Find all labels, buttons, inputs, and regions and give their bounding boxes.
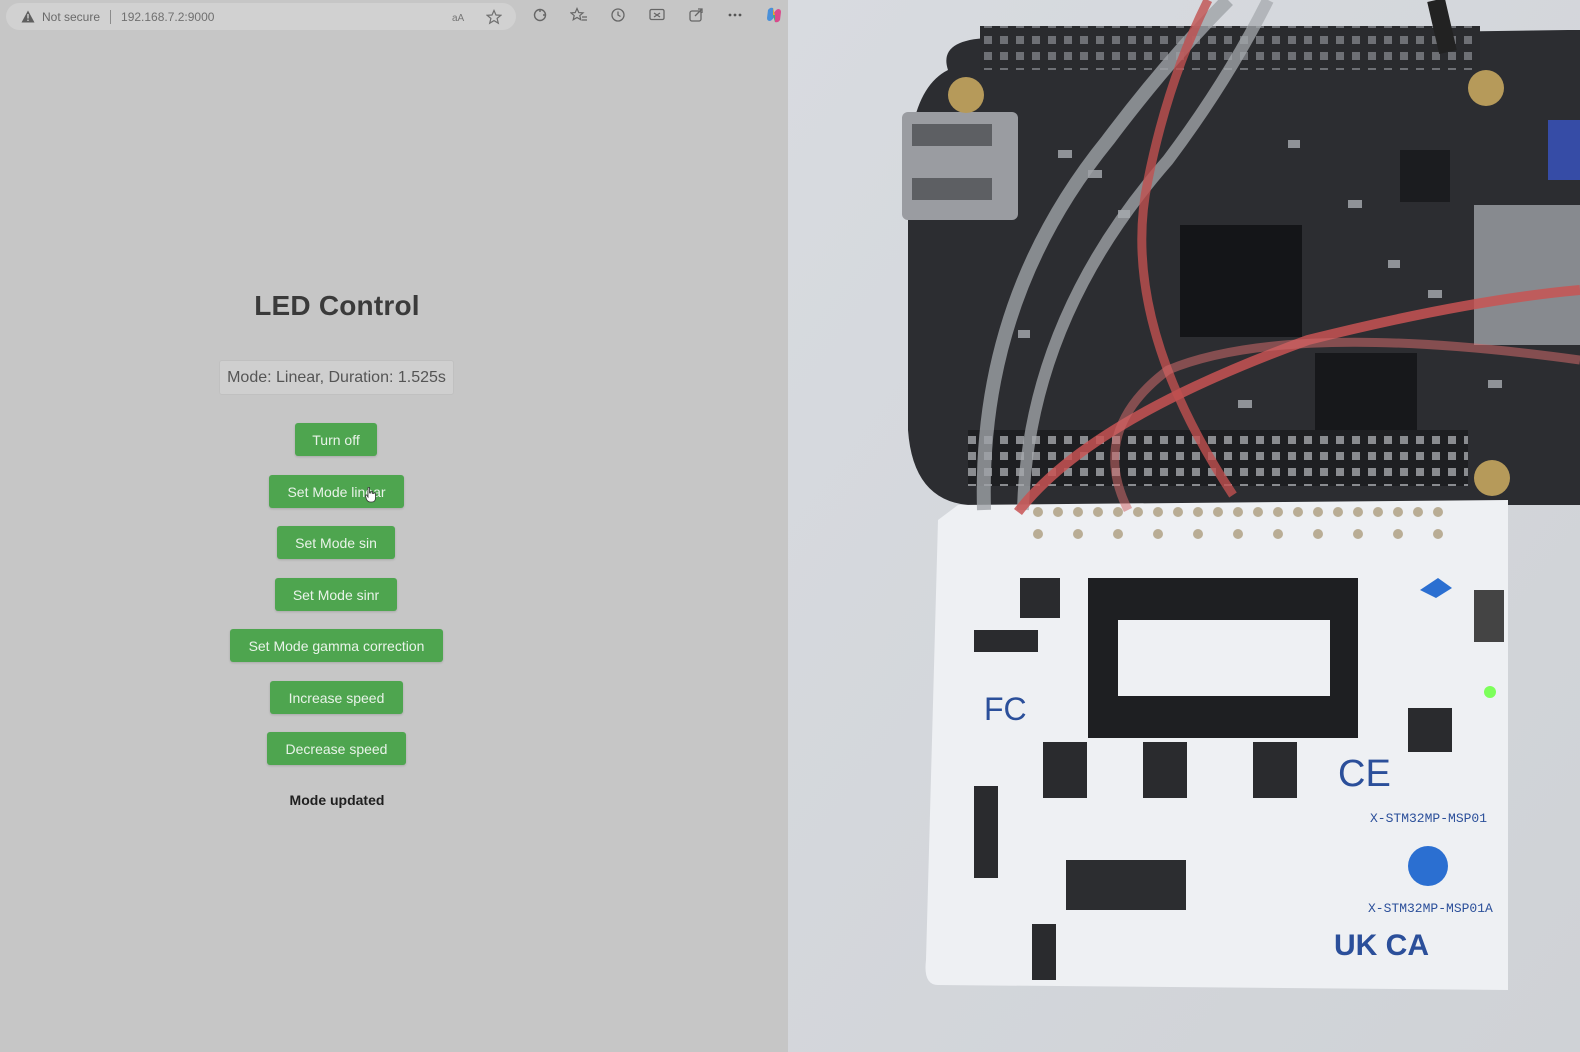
hand-logo-icon (1408, 846, 1448, 886)
increase-speed-button[interactable]: Increase speed (270, 681, 403, 714)
fc-mark: FC (984, 691, 1027, 727)
history-icon[interactable] (608, 5, 628, 25)
hardware-photo: X-STM32MP-MSP01 X-STM32MP-MSP01A UK CA C… (788, 0, 1580, 1052)
set-mode-linear-button[interactable]: Set Mode linear (269, 475, 404, 508)
ethernet-jack (1474, 205, 1580, 345)
set-mode-sin-button[interactable]: Set Mode sin (277, 526, 395, 559)
set-mode-gamma-correction-button[interactable]: Set Mode gamma correction (230, 629, 443, 662)
board-label-1: X-STM32MP-MSP01 (1370, 811, 1487, 826)
favorites-icon[interactable] (569, 5, 589, 25)
processor-chip (1180, 225, 1302, 337)
ce-mark: CE (1338, 753, 1391, 795)
extensions-icon[interactable] (530, 5, 550, 25)
url-text[interactable]: 192.168.7.2:9000 (121, 10, 214, 24)
status-message: Mode updated (289, 792, 385, 808)
browser-toolbar (530, 5, 784, 25)
browser-window: Not secure 192.168.7.2:9000 aA LED Contr… (0, 0, 788, 1052)
svg-text:aA: aA (452, 13, 465, 24)
favorite-star-icon[interactable] (484, 7, 504, 27)
decrease-speed-button[interactable]: Decrease speed (267, 732, 406, 765)
connector (1066, 860, 1186, 910)
screenshot-icon[interactable] (647, 5, 667, 25)
status-led (1484, 686, 1496, 698)
more-icon[interactable] (725, 5, 745, 25)
read-aloud-icon[interactable]: aA (450, 7, 470, 27)
turn-off-button[interactable]: Turn off (295, 423, 377, 456)
status-display: Mode: Linear, Duration: 1.525s (219, 360, 454, 395)
warning-icon[interactable] (20, 10, 36, 24)
page-title: LED Control (254, 290, 420, 321)
security-label[interactable]: Not secure (42, 10, 100, 24)
share-icon[interactable] (686, 5, 706, 25)
set-mode-sinr-button[interactable]: Set Mode sinr (275, 578, 397, 611)
board-label-2: X-STM32MP-MSP01A (1368, 901, 1493, 916)
divider (110, 9, 112, 24)
mouse-cursor-icon (365, 486, 377, 508)
copilot-icon[interactable] (764, 5, 784, 25)
ukca-mark: UK CA (1334, 929, 1429, 962)
board-illustration: X-STM32MP-MSP01 X-STM32MP-MSP01A UK CA C… (788, 0, 1580, 1052)
address-bar[interactable]: Not secure 192.168.7.2:9000 aA (6, 3, 516, 30)
